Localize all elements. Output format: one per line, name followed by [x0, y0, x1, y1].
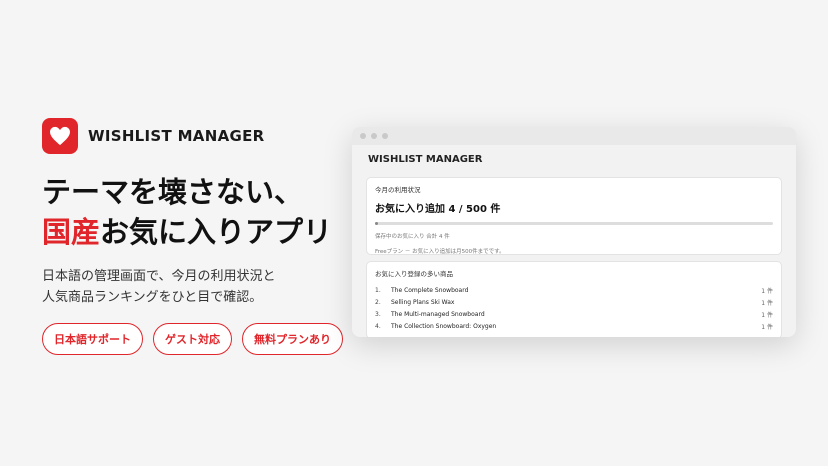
usage-progress-fill — [375, 222, 379, 225]
ranking-heading: お気に入り登録の多い商品 — [375, 270, 453, 278]
pill-japanese-support: 日本語サポート — [42, 323, 143, 355]
description-line1: 日本語の管理画面で、今月の利用状況と — [42, 269, 276, 284]
product-name: The Collection Snowboard: Oxygen — [391, 322, 497, 330]
pill-free-plan: 無料プランあり — [242, 323, 343, 355]
window-titlebar — [352, 127, 796, 145]
brand: WISHLIST MANAGER — [42, 118, 342, 154]
favorite-count: 1 件 — [761, 311, 773, 319]
feature-pills: 日本語サポート ゲスト対応 無料プランあり — [42, 323, 343, 355]
rank-number: 4. — [375, 322, 381, 330]
app-title: WISHLIST MANAGER — [368, 154, 483, 165]
usage-heading: 今月の利用状況 — [375, 186, 421, 194]
favorite-count: 1 件 — [761, 299, 773, 307]
ranking-row[interactable]: 2. Selling Plans Ski Wax 1 件 — [375, 296, 773, 308]
ranking-row[interactable]: 3. The Multi-managed Snowboard 1 件 — [375, 308, 773, 320]
pill-guest-support: ゲスト対応 — [153, 323, 232, 355]
headline: テーマを壊さない、 国産お気に入りアプリ — [42, 172, 342, 252]
heart-icon — [42, 118, 78, 154]
rank-number: 2. — [375, 298, 381, 306]
window-maximize-button[interactable] — [382, 133, 388, 139]
rank-number: 1. — [375, 286, 381, 294]
headline-rest: お気に入りアプリ — [100, 215, 333, 249]
favorite-count: 1 件 — [761, 287, 773, 295]
usage-plan-note: Freeプラン － お気に入り追加は月500件までです。 — [375, 249, 505, 255]
product-name: The Complete Snowboard — [391, 286, 469, 294]
ranking-card: お気に入り登録の多い商品 1. The Complete Snowboard 1… — [366, 261, 782, 337]
description-line2: 人気商品ランキングをひと目で確認。 — [42, 290, 263, 305]
rank-number: 3. — [375, 310, 381, 318]
usage-saved-text: 保存中のお気に入り 合計 4 件 — [375, 234, 450, 240]
hero-section: WISHLIST MANAGER テーマを壊さない、 国産お気に入りアプリ 日本… — [42, 118, 343, 355]
favorite-count: 1 件 — [761, 323, 773, 331]
description: 日本語の管理画面で、今月の利用状況と 人気商品ランキングをひと目で確認。 — [42, 266, 342, 308]
ranking-row[interactable]: 1. The Complete Snowboard 1 件 — [375, 284, 773, 296]
window-minimize-button[interactable] — [371, 133, 377, 139]
window-close-button[interactable] — [360, 133, 366, 139]
ranking-row[interactable]: 4. The Collection Snowboard: Oxygen 1 件 — [375, 320, 773, 332]
headline-line2: 国産お気に入りアプリ — [42, 212, 342, 252]
headline-accent: 国産 — [42, 215, 101, 249]
usage-value: お気に入り追加 4 / 500 件 — [375, 204, 501, 215]
headline-line1: テーマを壊さない、 — [42, 175, 304, 209]
app-window: WISHLIST MANAGER 今月の利用状況 お気に入り追加 4 / 500… — [352, 127, 796, 337]
product-name: The Multi-managed Snowboard — [391, 310, 485, 318]
product-name: Selling Plans Ski Wax — [391, 298, 455, 306]
brand-name: WISHLIST MANAGER — [88, 127, 265, 145]
usage-progress-bar — [375, 222, 773, 225]
usage-card: 今月の利用状況 お気に入り追加 4 / 500 件 保存中のお気に入り 合計 4… — [366, 177, 782, 255]
